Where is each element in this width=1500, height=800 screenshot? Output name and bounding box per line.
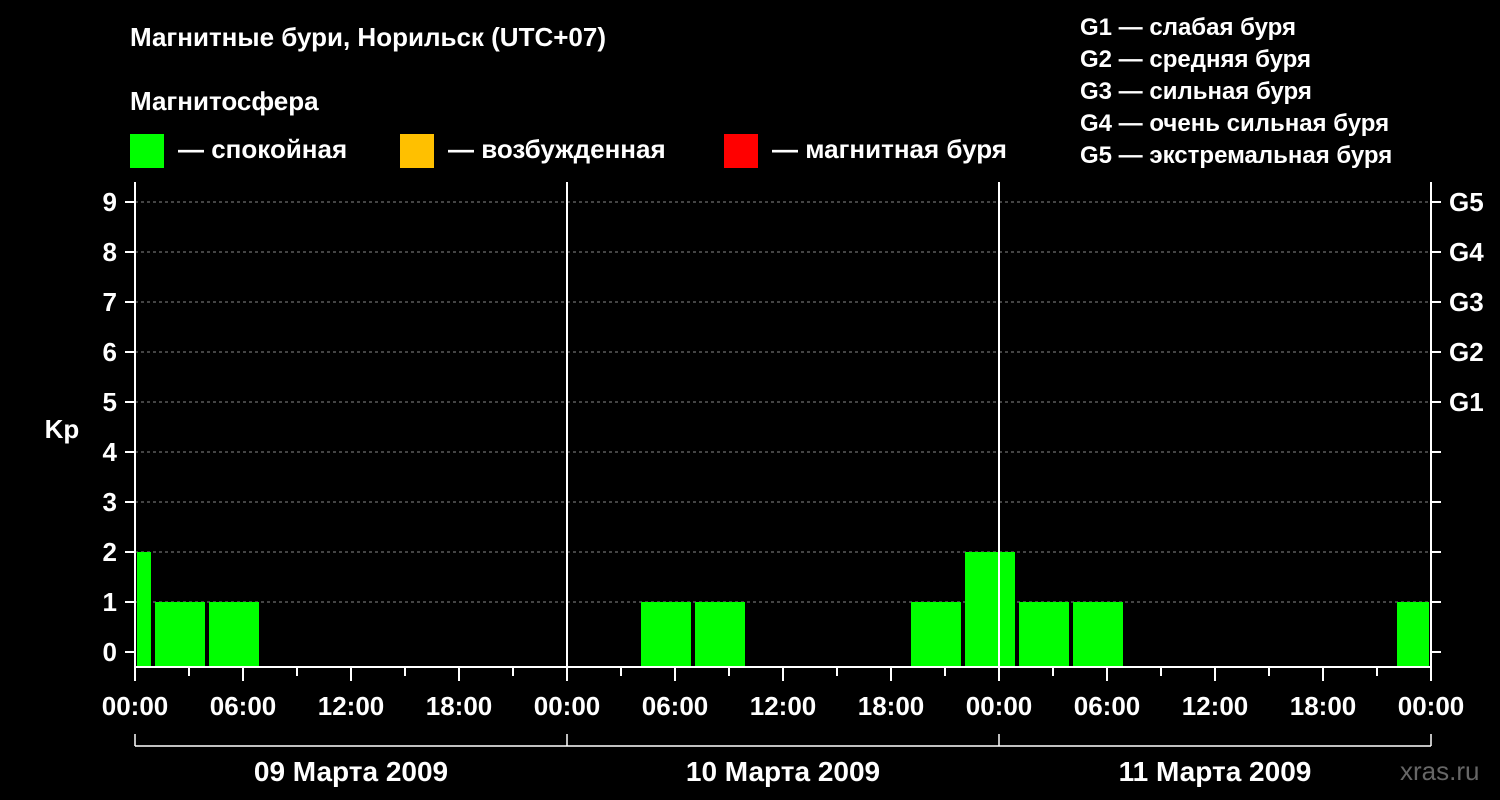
g-tick-label: G5 xyxy=(1449,187,1484,217)
day-label: 09 Марта 2009 xyxy=(254,756,448,787)
kp-bar xyxy=(695,602,745,667)
kp-bar xyxy=(137,552,151,667)
y-tick-label: 7 xyxy=(103,287,117,317)
y-tick-label: 0 xyxy=(103,637,117,667)
x-tick-label: 00:00 xyxy=(102,691,169,721)
kp-bar xyxy=(965,552,1015,667)
x-tick-label: 00:00 xyxy=(966,691,1033,721)
x-tick-label: 06:00 xyxy=(642,691,709,721)
y-tick-label: 8 xyxy=(103,237,117,267)
g-tick-label: G1 xyxy=(1449,387,1484,417)
g-tick-label: G2 xyxy=(1449,337,1484,367)
kp-bar xyxy=(209,602,259,667)
y-tick-label: 1 xyxy=(103,587,117,617)
y-tick-label: 9 xyxy=(103,187,117,217)
day-label: 10 Марта 2009 xyxy=(686,756,880,787)
x-tick-label: 06:00 xyxy=(1074,691,1141,721)
y-tick-label: 2 xyxy=(103,537,117,567)
kp-chart: 0 1 2 3 4 5 6 7 8 9 G1 G2 G3 G4 G5 Kp 00:00 06:00 12:00 18:… xyxy=(45,182,1484,787)
watermark: xras.ru xyxy=(1400,756,1480,786)
x-tick-label: 00:00 xyxy=(534,691,601,721)
kp-bar xyxy=(1019,602,1069,667)
kp-bar xyxy=(1073,602,1123,667)
x-tick-label: 18:00 xyxy=(426,691,493,721)
day-label: 11 Марта 2009 xyxy=(1119,756,1312,787)
g-tick-label: G3 xyxy=(1449,287,1484,317)
y-tick-label: 4 xyxy=(103,437,118,467)
kp-bar xyxy=(1397,602,1429,667)
kp-bar xyxy=(911,602,961,667)
x-tick-label: 12:00 xyxy=(318,691,385,721)
y-tick-label: 5 xyxy=(103,387,117,417)
x-tick-label: 12:00 xyxy=(750,691,817,721)
x-tick-label: 18:00 xyxy=(1290,691,1357,721)
x-tick-label: 18:00 xyxy=(858,691,925,721)
x-tick-label: 12:00 xyxy=(1182,691,1249,721)
x-tick-label: 00:00 xyxy=(1398,691,1465,721)
y-axis-label: Kp xyxy=(45,414,80,444)
y-tick-label: 3 xyxy=(103,487,117,517)
kp-bar xyxy=(155,602,205,667)
y-tick-label: 6 xyxy=(103,337,117,367)
g-tick-label: G4 xyxy=(1449,237,1484,267)
x-tick-label: 06:00 xyxy=(210,691,277,721)
kp-bar xyxy=(641,602,691,667)
